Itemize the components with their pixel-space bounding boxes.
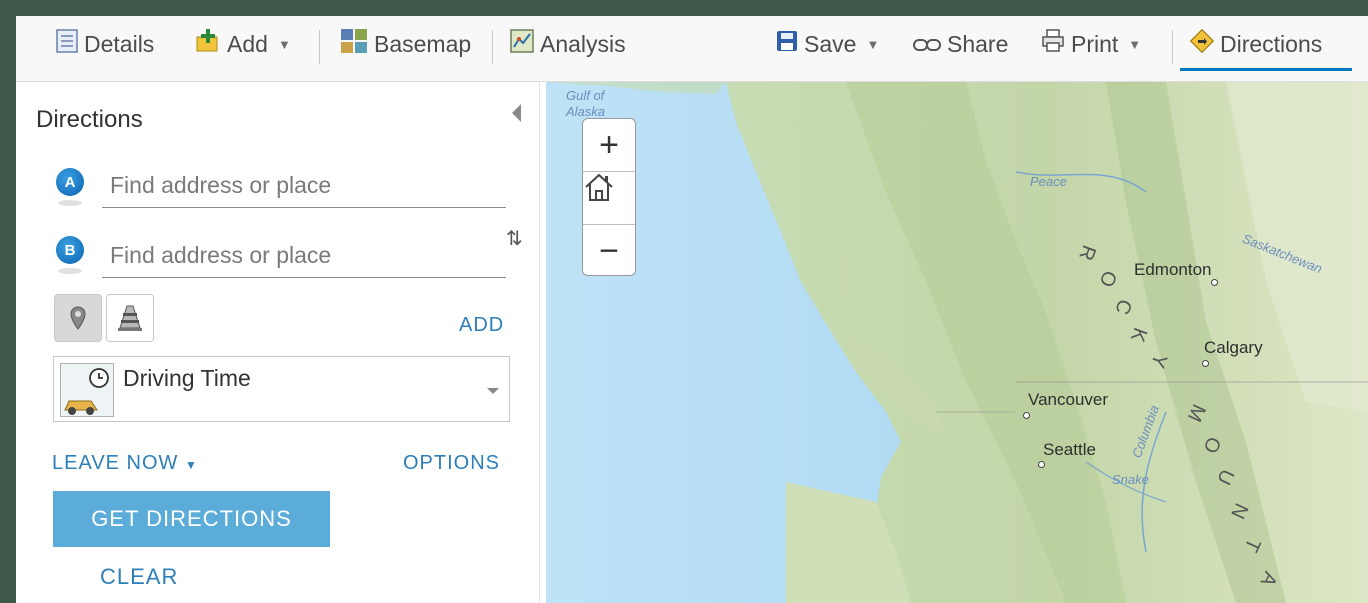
stop-b-badge: B [56, 236, 84, 264]
analysis-label: Analysis [540, 30, 626, 57]
river-label: Peace [1030, 174, 1067, 189]
traffic-cone-icon [118, 305, 142, 331]
add-button[interactable]: Add ▼ [195, 16, 291, 72]
barrier-mode-button[interactable] [106, 294, 154, 342]
details-label: Details [84, 30, 155, 57]
link-icon [913, 31, 941, 58]
toolbar-divider [319, 30, 320, 64]
print-button[interactable]: Print ▼ [1041, 16, 1141, 72]
home-icon [585, 173, 613, 201]
add-label: Add [227, 30, 268, 57]
zoom-out-button[interactable]: − [583, 225, 635, 277]
directions-label: Directions [1220, 30, 1323, 57]
caret-down-icon: ▼ [185, 458, 198, 472]
stop-a-badge: A [56, 168, 84, 196]
city-label-edmonton: Edmonton [1134, 260, 1212, 279]
toolbar-divider [1172, 30, 1173, 64]
print-label: Print [1071, 30, 1119, 57]
city-label-calgary: Calgary [1204, 338, 1263, 357]
water-label: Alaska [566, 104, 606, 119]
chevron-down-icon: ▼ [1128, 36, 1142, 52]
city-label-vancouver: Vancouver [1028, 390, 1109, 409]
city-marker [1023, 412, 1030, 419]
stop-b-input[interactable] [102, 234, 506, 278]
swap-stops-button[interactable]: ⇅ [506, 226, 523, 251]
details-icon [56, 29, 78, 59]
analysis-button[interactable]: Analysis [510, 16, 626, 72]
city-marker [1211, 279, 1218, 286]
chevron-down-icon: ▼ [866, 36, 880, 52]
zoom-in-button[interactable]: + [583, 119, 635, 171]
add-icon [195, 29, 221, 59]
stop-a-shadow [58, 200, 82, 206]
app-window: Details Add ▼ Basemap Analysis Save ▼ Sh… [16, 16, 1368, 603]
travel-mode-label: Driving Time [123, 365, 251, 391]
active-tab-indicator [1180, 68, 1352, 71]
details-button[interactable]: Details [56, 16, 154, 72]
river-label: Snake [1112, 472, 1149, 487]
water-label: Gulf of [566, 88, 605, 103]
directions-icon [1189, 28, 1215, 59]
caret-left-icon [512, 104, 521, 122]
panel-title: Directions [36, 106, 143, 133]
swap-icon: ⇅ [506, 228, 523, 250]
share-label: Share [947, 30, 1009, 57]
basemap-button[interactable]: Basemap [340, 16, 471, 72]
printer-icon [1041, 29, 1065, 59]
save-icon [776, 30, 798, 58]
travel-mode-select[interactable]: Driving Time [53, 356, 510, 422]
basemap-label: Basemap [374, 30, 472, 57]
city-marker [1038, 461, 1045, 468]
options-link[interactable]: OPTIONS [403, 452, 500, 475]
add-stop-link[interactable]: ADD [459, 314, 504, 337]
analysis-icon [510, 29, 534, 59]
directions-panel: Directions A B ⇅ ADD Driving Time LEAV [16, 82, 540, 603]
stop-b-shadow [58, 268, 82, 274]
chevron-down-icon [487, 388, 499, 394]
chevron-down-icon: ▼ [277, 36, 291, 52]
collapse-panel-button[interactable] [509, 102, 523, 124]
stop-a-input[interactable] [102, 164, 506, 208]
basemap-icon [340, 28, 368, 60]
pin-mode-button[interactable] [54, 294, 102, 342]
map-pin-icon [70, 306, 86, 330]
save-label: Save [804, 30, 857, 57]
city-marker [1202, 360, 1209, 367]
save-button[interactable]: Save ▼ [776, 16, 879, 72]
share-button[interactable]: Share [913, 16, 1008, 72]
directions-button[interactable]: Directions [1189, 16, 1323, 72]
map-view[interactable]: Gulf of Alaska Peace Saskatchewan Columb… [546, 82, 1368, 603]
car-clock-icon [60, 363, 114, 417]
city-label-seattle: Seattle [1043, 440, 1096, 459]
clear-link[interactable]: CLEAR [100, 564, 178, 590]
home-button[interactable] [583, 172, 635, 224]
toolbar: Details Add ▼ Basemap Analysis Save ▼ Sh… [16, 16, 1368, 82]
leave-now-dropdown[interactable]: LEAVE NOW ▼ [52, 452, 198, 475]
get-directions-button[interactable]: GET DIRECTIONS [53, 491, 330, 547]
zoom-control: + − [582, 118, 636, 276]
toolbar-divider [492, 30, 493, 64]
leave-now-label: LEAVE NOW [52, 452, 179, 474]
